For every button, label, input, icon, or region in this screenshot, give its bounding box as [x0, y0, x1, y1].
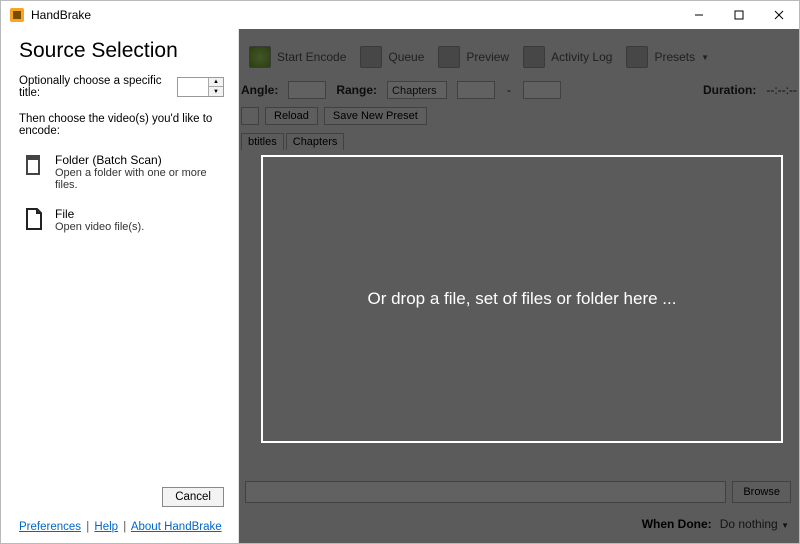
cancel-button[interactable]: Cancel — [162, 487, 224, 507]
app-title: HandBrake — [31, 8, 91, 22]
title-number-spinner[interactable]: ▲ ▼ — [177, 77, 224, 97]
app-icon — [9, 7, 25, 23]
panel-instruction: Then choose the video(s) you'd like to e… — [19, 113, 224, 137]
drop-zone-text: Or drop a file, set of files or folder h… — [368, 289, 677, 309]
close-button[interactable] — [759, 1, 799, 29]
source-option-folder[interactable]: Folder (Batch Scan) Open a folder with o… — [19, 147, 224, 201]
file-option-title: File — [55, 207, 144, 221]
minimize-button[interactable] — [679, 1, 719, 29]
window: HandBrake Source Selection Optionally ch… — [0, 0, 800, 544]
file-option-desc: Open video file(s). — [55, 221, 144, 233]
maximize-button[interactable] — [719, 1, 759, 29]
main-backdrop: Start Encode Queue Preview Activity Log … — [239, 29, 799, 543]
drop-zone[interactable]: Or drop a file, set of files or folder h… — [261, 155, 783, 443]
folder-option-desc: Open a folder with one or more files. — [55, 167, 224, 191]
about-link[interactable]: About HandBrake — [131, 521, 222, 533]
panel-heading: Source Selection — [19, 39, 224, 63]
title-number-input[interactable] — [178, 78, 208, 96]
source-selection-panel: Source Selection Optionally choose a spe… — [1, 29, 239, 543]
folder-option-title: Folder (Batch Scan) — [55, 153, 224, 167]
folder-icon — [23, 153, 45, 179]
title-number-label: Optionally choose a specific title: — [19, 75, 173, 99]
spin-up-icon[interactable]: ▲ — [209, 78, 223, 87]
preferences-link[interactable]: Preferences — [19, 521, 81, 533]
panel-links: Preferences | Help | About HandBrake — [19, 521, 224, 533]
file-icon — [23, 207, 45, 233]
source-option-file[interactable]: File Open video file(s). — [19, 201, 224, 243]
help-link[interactable]: Help — [94, 521, 118, 533]
spin-down-icon[interactable]: ▼ — [209, 87, 223, 96]
titlebar: HandBrake — [1, 1, 799, 29]
